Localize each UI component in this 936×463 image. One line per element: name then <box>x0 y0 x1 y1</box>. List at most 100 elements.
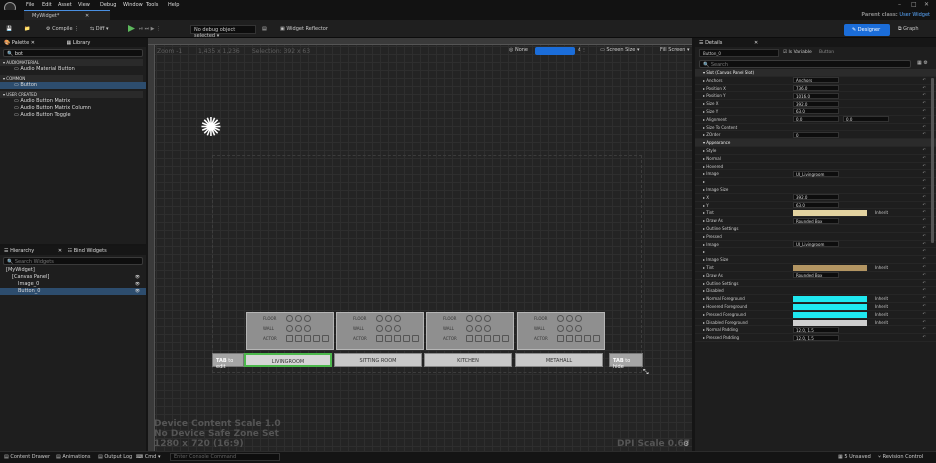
slot-circle-icon[interactable] <box>566 324 573 332</box>
hierarchy-item[interactable]: Button_0 👁 <box>0 288 146 295</box>
reset-arrow-icon[interactable]: ↶ <box>923 155 926 160</box>
detail-value-field[interactable]: 0.0 <box>793 116 839 123</box>
reset-arrow-icon[interactable]: ↶ <box>923 248 926 253</box>
slot-circle-icon[interactable] <box>575 314 582 322</box>
palette-item[interactable]: ▭ Button <box>0 82 146 89</box>
reset-arrow-icon[interactable]: ↶ <box>923 170 926 175</box>
detail-value-field[interactable]: Rounded Box <box>793 217 839 224</box>
detail-row[interactable]: ▸ Position X 736.0 ↶ <box>695 85 936 93</box>
detail-value-field[interactable]: 63.0 <box>793 202 839 209</box>
palette-category[interactable]: ▾ COMMON <box>0 75 143 82</box>
slot-circle-icon[interactable] <box>557 314 564 322</box>
details-view-options-icon[interactable]: ▦ ⚙ <box>917 60 928 66</box>
menu-view[interactable]: View <box>78 2 90 8</box>
grid-snap-value[interactable]: 4 ⋮ <box>578 47 586 52</box>
detail-row[interactable]: ▾ Appearance <box>695 139 936 147</box>
color-swatch[interactable] <box>793 296 867 303</box>
slot-circle-icon[interactable] <box>295 314 302 322</box>
slot-circle-icon[interactable] <box>286 314 293 322</box>
actor-slot-icon[interactable] <box>593 334 600 342</box>
detail-row[interactable]: ▸ Position Y 1016.0 ↶ <box>695 92 936 101</box>
close-icon[interactable]: ✕ <box>924 1 929 8</box>
detail-row[interactable]: ▸ Hovered ↶ <box>695 163 936 171</box>
slot-circle-icon[interactable] <box>394 324 401 332</box>
console-command-input[interactable]: Enter Console Command <box>170 453 280 461</box>
screen-size-dropdown[interactable]: ▭ Screen Size ▾ <box>600 47 639 53</box>
reset-arrow-icon[interactable]: ↶ <box>923 334 926 339</box>
palette-item[interactable]: ▭ Audio Button Matrix Column <box>0 105 146 112</box>
save-icon[interactable]: 💾 <box>6 26 12 32</box>
actor-slot-icon[interactable] <box>322 334 329 342</box>
unsaved-indicator[interactable]: ▦ 5 Unsaved <box>838 454 871 460</box>
actor-slot-icon[interactable] <box>466 334 473 342</box>
details-search-input[interactable]: 🔍 Search <box>699 60 911 68</box>
palette-item[interactable]: ▭ Audio Button Toggle <box>0 112 146 119</box>
slot-circle-icon[interactable] <box>295 324 302 332</box>
slot-circle-icon[interactable] <box>475 324 482 332</box>
cmd-dropdown[interactable]: ⌨ Cmd ▾ <box>136 454 160 460</box>
hierarchy-tab-close[interactable]: ✕ <box>58 248 62 254</box>
menu-tools[interactable]: Tools <box>146 2 158 8</box>
viewport-toggle-buttons[interactable] <box>535 47 575 55</box>
is-variable-checkbox[interactable]: ☑ Is Variable <box>783 50 812 55</box>
reset-arrow-icon[interactable]: ↶ <box>923 287 926 292</box>
detail-row[interactable]: ▸ ZOrder 0 ↶ <box>695 131 936 140</box>
palette-item[interactable]: ▭ Audio Button Matrix <box>0 98 146 105</box>
reset-arrow-icon[interactable]: ↶ <box>923 186 926 191</box>
reset-arrow-icon[interactable]: ↶ <box>923 92 926 97</box>
actor-slot-icon[interactable] <box>304 334 311 342</box>
palette-category[interactable]: ▾ USER CREATED <box>0 91 143 98</box>
detail-value-field[interactable]: UI_Livingroom <box>793 170 839 177</box>
slot-circle-icon[interactable] <box>304 324 311 332</box>
palette-item[interactable]: ▭ Audio Material Button <box>0 66 146 73</box>
reset-arrow-icon[interactable]: ↶ <box>923 100 926 105</box>
slot-circle-icon[interactable] <box>394 314 401 322</box>
detail-row[interactable]: ▸ Draw As Rounded Box ↶ <box>695 272 936 280</box>
detail-row[interactable]: ▸ Image UI_Livingroom ↶ <box>695 170 936 179</box>
detail-row[interactable]: ▸ Tint Inherit ↶ <box>695 209 936 218</box>
color-swatch[interactable] <box>793 303 867 310</box>
palette-category[interactable]: ▾ AUDIOMATERIAL <box>0 59 143 66</box>
diff-button[interactable]: ⇆ Diff ▾ <box>90 26 109 32</box>
detail-value-field[interactable]: UI_Livingroom <box>793 241 839 248</box>
graph-button[interactable]: ⧉ Graph <box>898 26 919 32</box>
reset-arrow-icon[interactable]: ↶ <box>923 233 926 238</box>
visibility-eye-icon[interactable]: 👁 <box>135 274 140 279</box>
actor-slot-icon[interactable] <box>493 334 500 342</box>
detail-value-field[interactable]: 12.0, 1.5 <box>793 326 839 333</box>
visibility-eye-icon[interactable]: 👁 <box>135 288 140 293</box>
revision-control-button[interactable]: ⑂ Revision Control <box>878 454 923 460</box>
none-button[interactable]: ◎ None <box>509 47 528 53</box>
detail-row[interactable]: ▸ Normal ↶ <box>695 155 936 163</box>
library-tab[interactable]: ▦ Library <box>67 40 91 46</box>
slot-circle-icon[interactable] <box>376 324 383 332</box>
actor-slot-icon[interactable] <box>575 334 582 342</box>
menu-debug[interactable]: Debug <box>100 2 116 8</box>
debug-options-icon[interactable]: ▤ <box>262 26 267 32</box>
reset-arrow-icon[interactable]: ↶ <box>923 280 926 285</box>
resize-handle-icon[interactable]: ⤡ <box>643 368 649 377</box>
menu-edit[interactable]: Edit <box>42 2 52 8</box>
reset-arrow-icon[interactable]: ↶ <box>923 108 926 113</box>
visibility-eye-icon[interactable]: 👁 <box>135 281 140 286</box>
detail-row[interactable]: ▸ Style ↶ <box>695 147 936 155</box>
reset-arrow-icon[interactable]: ↶ <box>923 326 926 331</box>
slot-circle-icon[interactable] <box>286 324 293 332</box>
detail-value-field[interactable]: 0.0 <box>843 116 889 123</box>
reset-arrow-icon[interactable]: ↶ <box>923 116 926 121</box>
maximize-icon[interactable]: □ <box>911 1 917 8</box>
color-swatch[interactable] <box>793 311 867 318</box>
slot-circle-icon[interactable] <box>475 314 482 322</box>
actor-slot-icon[interactable] <box>557 334 564 342</box>
detail-row[interactable]: ▸ Tint Inherit ↶ <box>695 264 936 272</box>
detail-row[interactable]: ▸ X 392.0 ↶ <box>695 194 936 202</box>
slot-circle-icon[interactable] <box>557 324 564 332</box>
actor-slot-icon[interactable] <box>295 334 302 342</box>
reset-arrow-icon[interactable]: ↶ <box>923 163 926 168</box>
actor-slot-icon[interactable] <box>502 334 509 342</box>
room-tab-button[interactable]: METAHALL <box>515 353 603 367</box>
detail-row[interactable]: ▸ Size To Content ↶ <box>695 124 936 132</box>
detail-row[interactable]: ▾ Slot (Canvas Panel Slot) <box>695 69 936 77</box>
actor-slot-icon[interactable] <box>475 334 482 342</box>
reset-arrow-icon[interactable]: ↶ <box>923 209 926 214</box>
